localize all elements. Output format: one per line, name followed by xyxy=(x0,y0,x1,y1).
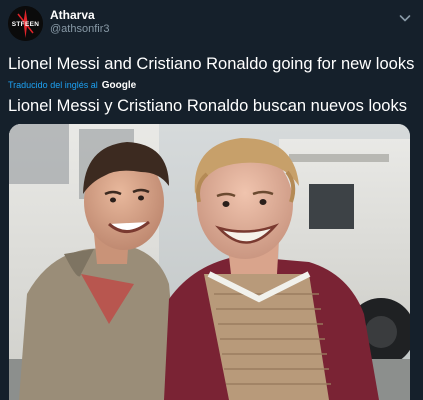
translated-text: Lionel Messi y Cristiano Ronaldo buscan … xyxy=(8,97,407,115)
chevron-down-icon[interactable] xyxy=(397,10,413,26)
tweet-text: Lionel Messi and Cristiano Ronaldo going… xyxy=(8,55,415,73)
tweet[interactable]: STFEEN Atharva @athsonfir3 Lionel Messi … xyxy=(0,0,423,400)
user-handle[interactable]: @athsonfir3 xyxy=(50,22,109,37)
svg-text:STFEEN: STFEEN xyxy=(12,21,39,28)
avatar-logo-icon: STFEEN xyxy=(8,6,43,41)
google-translate-logo[interactable]: Google xyxy=(102,80,136,91)
user-names: Atharva @athsonfir3 xyxy=(50,8,109,37)
avatar[interactable]: STFEEN xyxy=(8,6,43,41)
translated-from-label[interactable]: Traducido del inglés al xyxy=(8,80,98,90)
display-name[interactable]: Atharva xyxy=(50,8,109,22)
tweet-header: STFEEN Atharva @athsonfir3 xyxy=(8,6,415,46)
translation-attribution: Traducido del inglés al Google xyxy=(8,78,136,92)
photo-image xyxy=(9,124,410,400)
tweet-media-photo[interactable] xyxy=(9,124,410,400)
